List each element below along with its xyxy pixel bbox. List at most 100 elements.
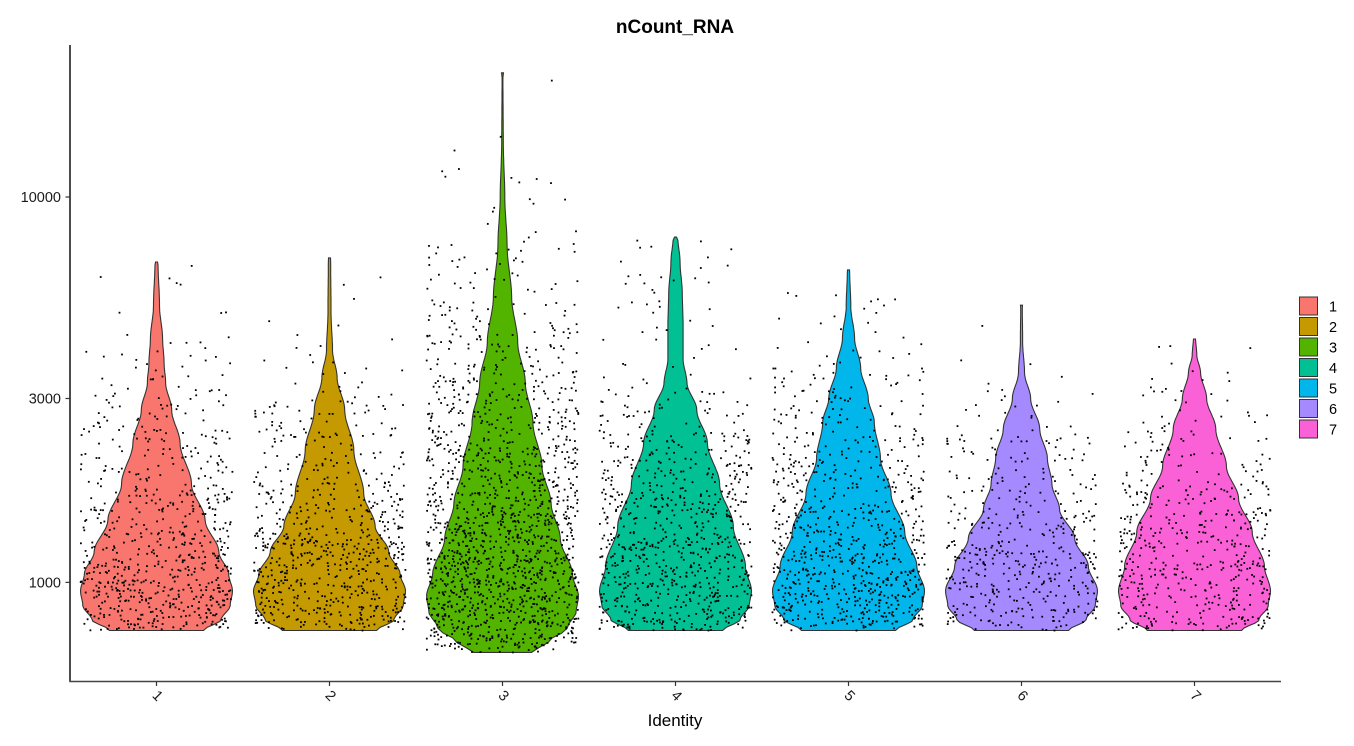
data-point: [489, 402, 492, 404]
data-point: [473, 415, 476, 418]
data-point: [365, 367, 368, 370]
data-point: [282, 612, 285, 615]
data-point: [1185, 576, 1187, 579]
data-point: [682, 470, 685, 473]
data-point: [90, 508, 92, 511]
data-point: [887, 485, 890, 488]
data-point: [669, 614, 672, 617]
data-point: [500, 480, 502, 482]
data-point: [1079, 483, 1082, 486]
data-point: [325, 604, 328, 607]
data-point: [269, 562, 272, 565]
data-point: [492, 556, 495, 559]
data-point: [663, 583, 665, 586]
data-point: [566, 505, 569, 508]
data-point: [831, 556, 834, 559]
data-point: [780, 544, 783, 547]
data-point: [521, 570, 523, 573]
data-point: [772, 539, 774, 542]
data-point: [654, 476, 656, 479]
data-point: [378, 597, 381, 599]
data-point: [325, 543, 328, 546]
data-point: [958, 557, 961, 559]
data-point: [191, 538, 194, 540]
data-point: [378, 560, 380, 563]
data-point: [547, 426, 549, 428]
data-point: [327, 584, 330, 586]
data-point: [433, 303, 436, 306]
data-point: [499, 413, 502, 416]
data-point: [154, 592, 157, 595]
data-point: [186, 493, 189, 496]
data-point: [296, 604, 299, 607]
data-point: [1020, 552, 1023, 555]
data-point: [502, 350, 504, 353]
data-point: [465, 574, 468, 577]
data-point: [397, 595, 399, 598]
data-point: [429, 504, 432, 507]
data-point: [99, 612, 102, 615]
data-point: [453, 149, 456, 152]
data-point: [991, 610, 994, 613]
data-point: [747, 605, 749, 607]
data-point: [344, 372, 346, 374]
data-point: [821, 555, 824, 558]
data-point: [989, 599, 991, 602]
data-point: [502, 427, 505, 430]
data-point: [739, 542, 742, 545]
data-point: [685, 540, 687, 543]
data-point: [732, 435, 735, 438]
data-point: [686, 509, 689, 511]
data-point: [449, 380, 452, 382]
data-point: [483, 439, 485, 442]
data-point: [522, 619, 525, 621]
data-point: [621, 557, 624, 559]
data-point: [1008, 541, 1010, 543]
data-point: [794, 574, 797, 576]
data-point: [532, 448, 535, 451]
data-point: [508, 532, 510, 535]
data-point: [450, 244, 453, 246]
data-point: [1074, 566, 1076, 569]
data-point: [980, 489, 983, 492]
data-point: [480, 623, 482, 626]
data-point: [1064, 595, 1067, 598]
data-point: [296, 556, 299, 559]
data-point: [503, 278, 505, 281]
data-point: [886, 537, 889, 539]
data-point: [144, 579, 147, 582]
data-point: [656, 484, 658, 487]
data-point: [438, 555, 441, 558]
data-point: [654, 546, 657, 549]
data-point: [262, 545, 264, 547]
data-point: [464, 536, 467, 539]
data-point: [789, 587, 792, 589]
data-point: [988, 601, 991, 604]
data-point: [682, 601, 685, 603]
data-point: [137, 623, 139, 626]
data-point: [193, 492, 196, 495]
data-point: [658, 566, 661, 568]
data-point: [736, 595, 739, 598]
data-point: [983, 563, 985, 565]
data-point: [258, 568, 261, 570]
data-point: [527, 590, 530, 592]
data-point: [133, 580, 136, 583]
data-point: [646, 469, 649, 472]
data-point: [522, 605, 525, 608]
data-point: [443, 526, 446, 529]
data-point: [576, 609, 579, 611]
data-point: [154, 369, 157, 372]
data-point: [887, 453, 889, 456]
data-point: [819, 322, 822, 325]
data-point: [872, 620, 874, 622]
data-point: [519, 536, 522, 539]
data-point: [658, 403, 661, 406]
data-point: [783, 377, 785, 380]
data-point: [562, 499, 565, 502]
data-point: [775, 551, 778, 554]
data-point: [787, 467, 790, 470]
data-point: [557, 633, 560, 635]
data-point: [437, 602, 440, 605]
data-point: [708, 408, 711, 410]
